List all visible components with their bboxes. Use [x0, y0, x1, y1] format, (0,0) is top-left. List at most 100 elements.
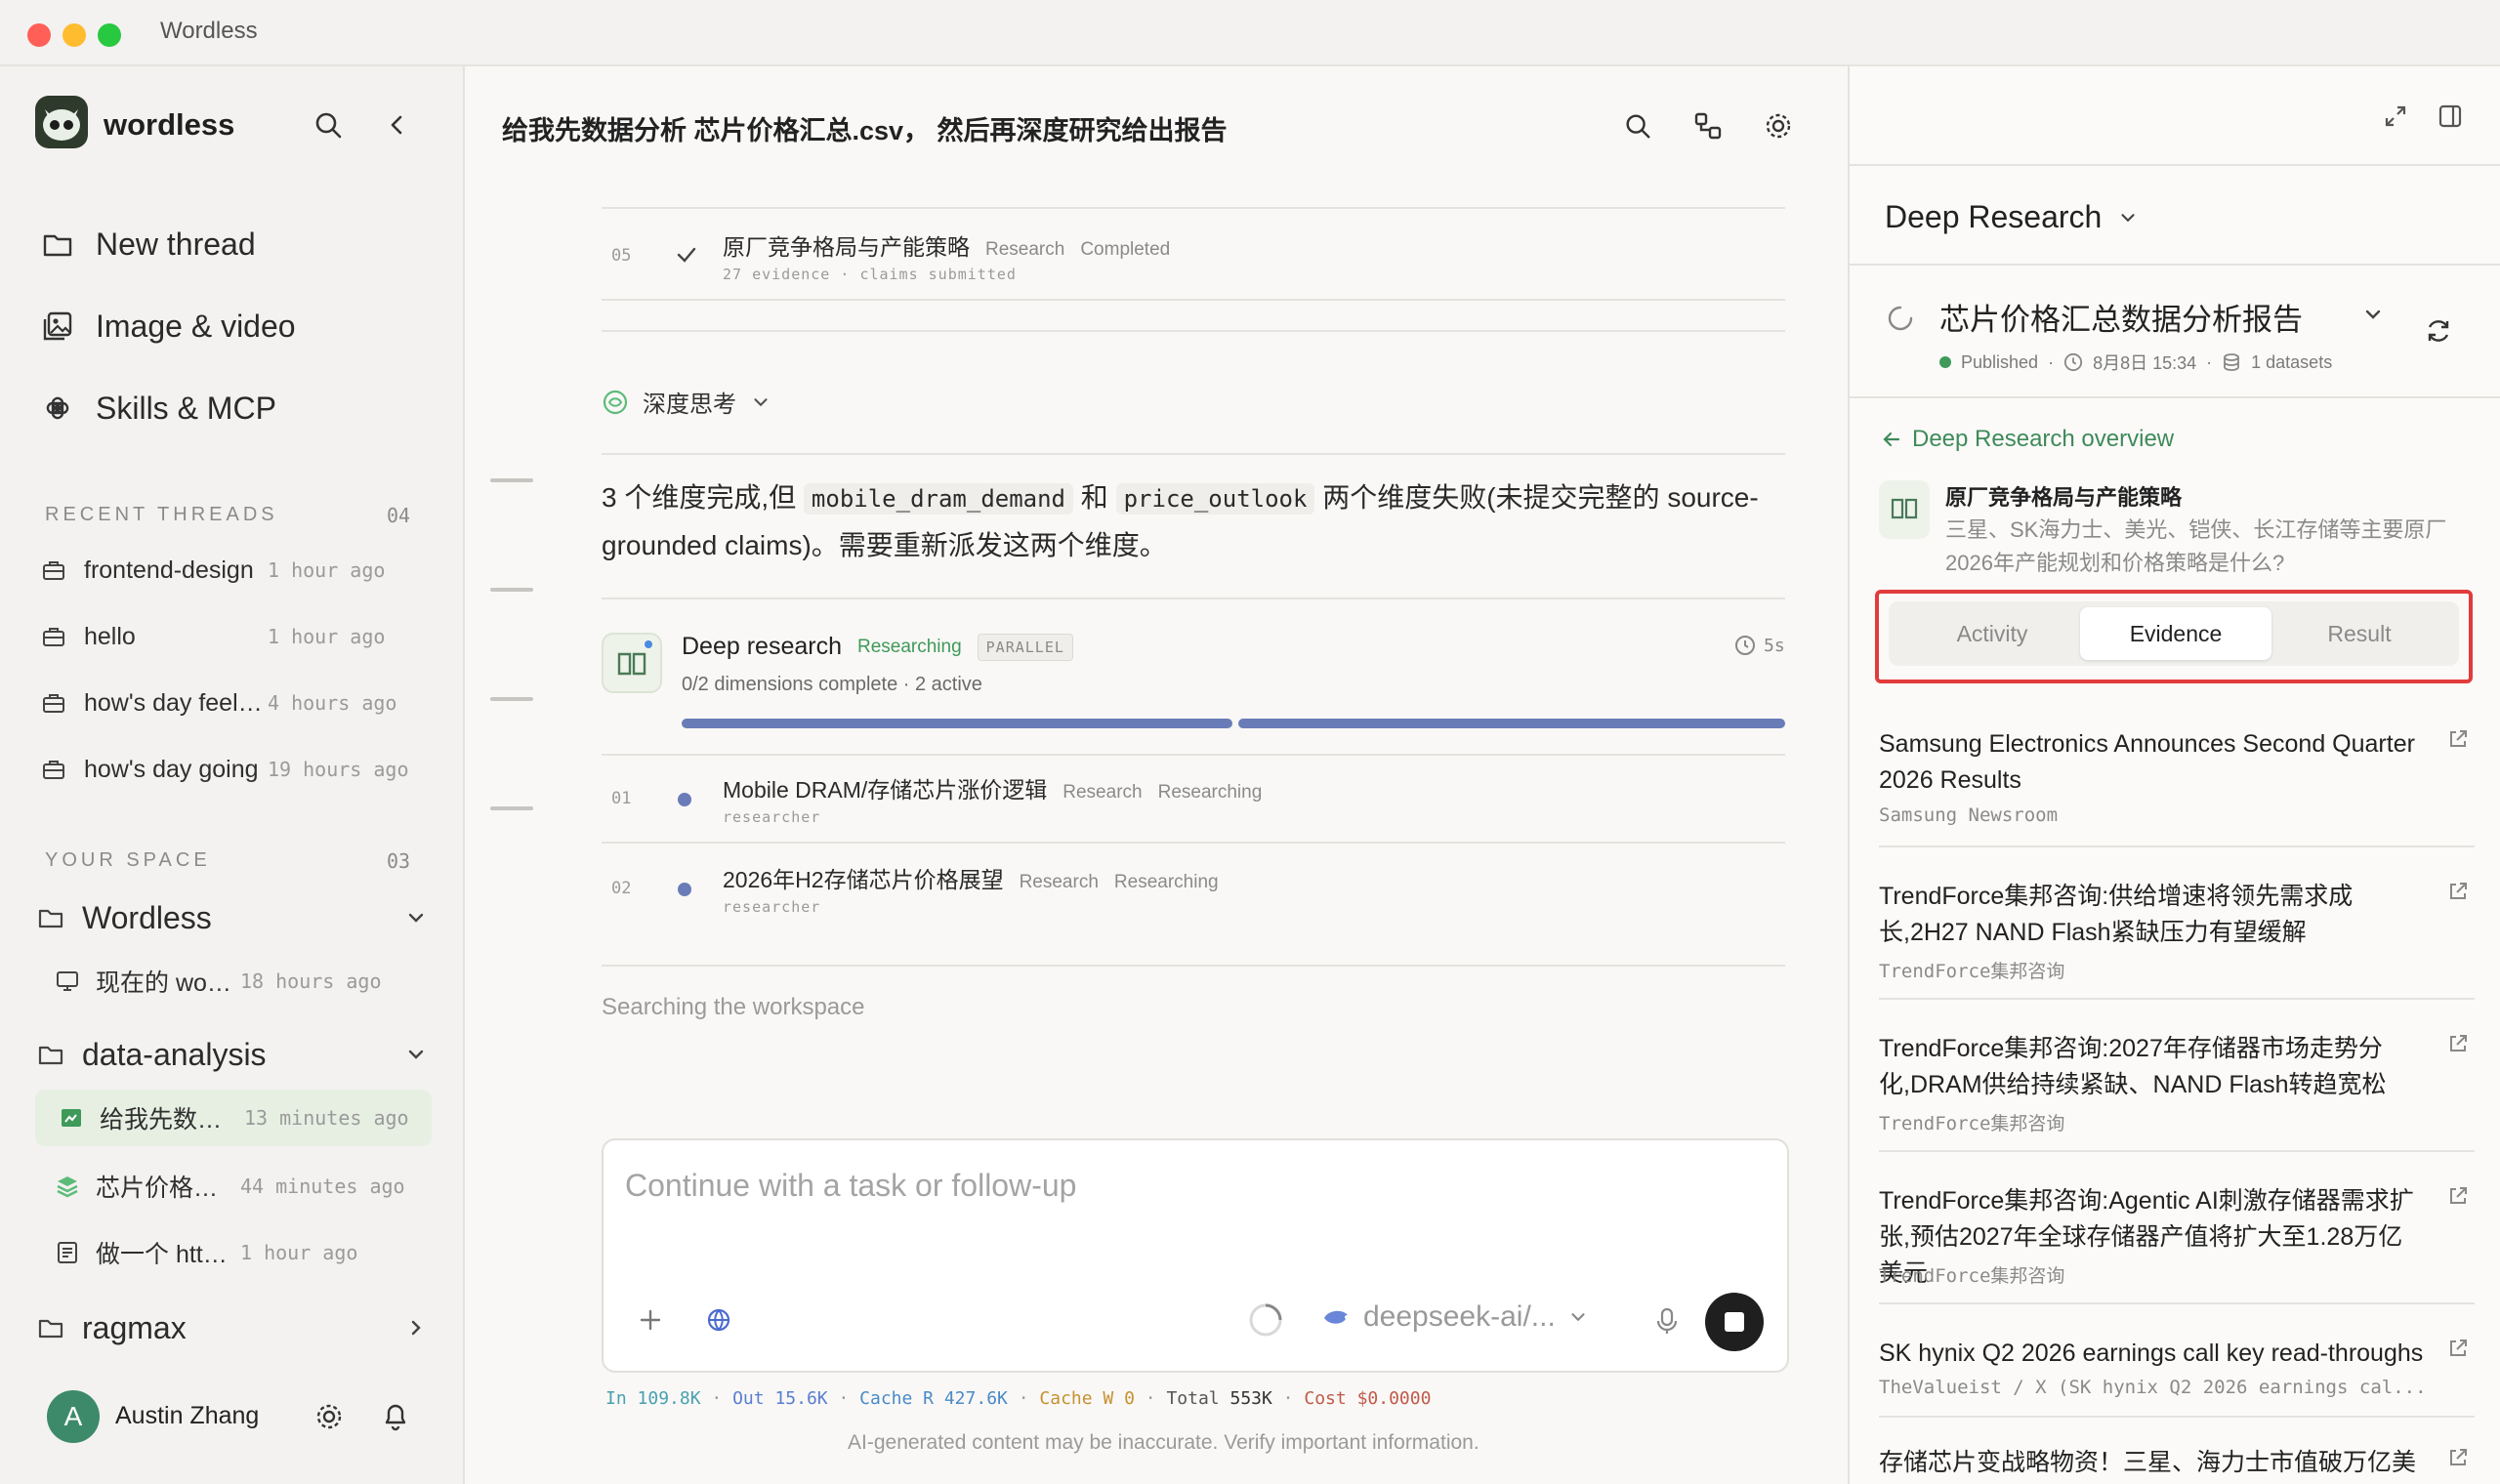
dim-role: researcher: [723, 808, 821, 826]
scroll-marker[interactable]: [490, 806, 533, 810]
recent-threads-count: 04: [387, 504, 411, 527]
minimize-window-button[interactable]: [62, 23, 86, 47]
report-meta: Published · 8月8日 15:34 · 1 datasets: [1939, 350, 2332, 375]
folder-wordless[interactable]: Wordless: [37, 890, 428, 945]
panel-mode-selector[interactable]: Deep Research: [1885, 199, 2139, 235]
avatar[interactable]: A: [47, 1390, 100, 1443]
chevron-down-icon: [754, 397, 768, 406]
external-link-icon[interactable]: [2447, 1338, 2469, 1359]
scroll-marker[interactable]: [490, 697, 533, 701]
dim-title: 2026年H2存储芯片价格展望: [723, 867, 1004, 892]
folder-thread-item-active[interactable]: 给我先数据分析 13 minutes ago: [35, 1090, 432, 1146]
scroll-marker[interactable]: [490, 478, 533, 482]
dim-role: researcher: [723, 898, 821, 916]
progress-bar-2: [1238, 719, 1785, 728]
plus-icon[interactable]: [637, 1306, 664, 1339]
share-nodes-icon[interactable]: [1693, 111, 1723, 145]
claims-status: claims submitted: [859, 266, 1017, 283]
folder-thread-item[interactable]: 现在的 workspace 18 hours ago: [55, 953, 432, 1010]
composer-input[interactable]: Continue with a task or follow-up: [625, 1168, 1076, 1204]
collapse-sidebar-icon[interactable]: [383, 111, 410, 144]
assistant-message: 3 个维度完成,但 mobile_dram_demand 和 price_out…: [602, 474, 1785, 569]
thinking-toggle[interactable]: 深度思考: [602, 385, 771, 419]
dim-status: Researching: [1113, 872, 1219, 892]
deep-research-status: Researching: [856, 636, 962, 657]
nav-skills-mcp[interactable]: Skills & MCP: [41, 379, 276, 437]
deep-research-header[interactable]: Deep research Researching PARALLEL: [682, 633, 1073, 661]
source-title[interactable]: Samsung Electronics Announces Second Qua…: [1879, 726, 2426, 799]
chevron-down-icon: [2121, 213, 2135, 222]
source-title[interactable]: TrendForce集邦咨询:2027年存储器市场走势分化,DRAM供给持续紧缺…: [1879, 1031, 2426, 1103]
stop-button[interactable]: [1705, 1293, 1764, 1351]
external-link-icon[interactable]: [2447, 1033, 2469, 1054]
external-link-icon[interactable]: [2447, 1185, 2469, 1207]
step-title: 原厂竞争格局与产能策略: [723, 234, 970, 260]
zoom-window-button[interactable]: [98, 23, 121, 47]
folder-ragmax[interactable]: ragmax: [37, 1300, 428, 1355]
scroll-marker[interactable]: [490, 588, 533, 592]
source-title[interactable]: SK hynix Q2 2026 earnings call key read-…: [1879, 1336, 2426, 1372]
recent-thread-item[interactable]: how's day going 19 hours ago: [41, 742, 432, 797]
progress-fill: [682, 719, 1232, 728]
book-icon: [1879, 480, 1930, 539]
usage-cache-w: 0: [1124, 1388, 1135, 1409]
bell-icon[interactable]: [381, 1400, 410, 1436]
search-icon[interactable]: [312, 109, 344, 145]
recent-thread-item[interactable]: hello 1 hour ago: [41, 609, 432, 664]
chevron-down-icon: [408, 913, 424, 923]
thread-title: 做一个 https://...: [96, 1241, 232, 1268]
thread-title: frontend-design: [84, 556, 254, 584]
back-link[interactable]: Deep Research overview: [1881, 426, 2174, 453]
folder-thread-item[interactable]: 做一个 https://... 1 hour ago: [55, 1224, 432, 1281]
divider: [602, 842, 1785, 844]
external-link-icon[interactable]: [2447, 1447, 2469, 1468]
progress-bar-1: [682, 719, 1232, 728]
usage-in: 109.8K: [637, 1388, 701, 1409]
recent-thread-item[interactable]: how's day feeling 4 hours ago: [41, 676, 432, 730]
dim-row[interactable]: 2026年H2存储芯片价格展望 Research Researching: [723, 861, 1219, 894]
settings-icon[interactable]: [1764, 111, 1793, 145]
step-tag: Research: [985, 239, 1065, 260]
expand-icon[interactable]: [2383, 103, 2408, 134]
image-icon: [43, 311, 72, 341]
chevron-down-icon[interactable]: [2361, 303, 2385, 331]
refresh-icon[interactable]: [2424, 316, 2453, 350]
thread-time: 44 minutes ago: [240, 1175, 405, 1198]
microphone-icon[interactable]: [1654, 1306, 1680, 1340]
divider: [1850, 164, 2500, 166]
folder-icon: [38, 1319, 63, 1339]
recent-thread-item[interactable]: frontend-design 1 hour ago: [41, 543, 432, 598]
dim-tag: Research: [1019, 872, 1099, 892]
dimension-question: 三星、SK海力士、美光、铠侠、长江存储等主要原厂2026年产能规划和价格策略是什…: [1945, 517, 2447, 575]
chart-image-icon: [62, 1109, 81, 1127]
model-selector[interactable]: deepseek-ai/...: [1322, 1300, 1589, 1334]
close-window-button[interactable]: [27, 23, 51, 47]
gear-icon[interactable]: [314, 1402, 344, 1436]
source-title[interactable]: TrendForce集邦咨询:供给增速将领先需求成长,2H27 NAND Fla…: [1879, 879, 2426, 951]
globe-icon[interactable]: [705, 1306, 732, 1339]
chevron-down-icon: [408, 1050, 424, 1059]
dim-row[interactable]: Mobile DRAM/存储芯片涨价逻辑 Research Researchin…: [723, 771, 1262, 804]
thread-title: how's day feeling: [84, 688, 268, 717]
panel-toggle-icon[interactable]: [2438, 103, 2463, 134]
folder-thread-item[interactable]: 芯片价格汇总 44 minutes ago: [55, 1158, 432, 1215]
step-05-row[interactable]: 原厂竞争格局与产能策略 Research Completed: [723, 228, 1170, 262]
folder-data-analysis[interactable]: data-analysis: [37, 1027, 428, 1082]
external-link-icon[interactable]: [2447, 728, 2469, 750]
step-status: Completed: [1080, 239, 1171, 260]
external-link-icon[interactable]: [2447, 881, 2469, 902]
usage-cache-w-label: Cache W: [1039, 1388, 1114, 1409]
timer-value: 5s: [1764, 635, 1785, 656]
source-title[interactable]: 存储芯片变战略物资！三星、海力士市值破万亿美元: [1879, 1445, 2426, 1484]
tab-result[interactable]: Result: [2264, 607, 2455, 660]
nav-new-thread[interactable]: New thread: [41, 215, 256, 273]
user-name: Austin Zhang: [115, 1402, 260, 1429]
tab-activity[interactable]: Activity: [1896, 607, 2088, 660]
thread-title: 给我先数据分析: [100, 1106, 236, 1134]
step-number: 05: [611, 246, 632, 266]
search-icon[interactable]: [1623, 111, 1652, 145]
tab-evidence[interactable]: Evidence: [2080, 607, 2271, 660]
evidence-count: 27 evidence: [723, 266, 831, 283]
nav-image-video[interactable]: Image & video: [41, 297, 296, 355]
thread-time: 1 hour ago: [268, 558, 386, 582]
